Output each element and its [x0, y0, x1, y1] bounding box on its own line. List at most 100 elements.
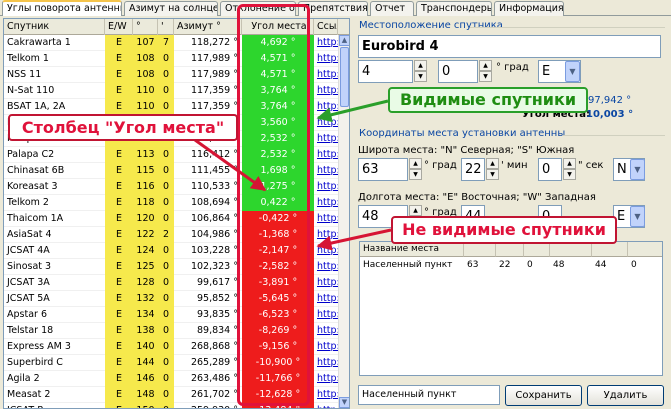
- table-row[interactable]: Apstar 6 E 134 0 93,835 ° -6,523 ° http:: [4, 307, 338, 323]
- link-cell[interactable]: http:: [314, 179, 338, 195]
- table-row[interactable]: Telstar 18 E 138 0 89,834 ° -8,269 ° http:: [4, 323, 338, 339]
- link-cell[interactable]: http:: [314, 243, 338, 259]
- table-row[interactable]: Express AM 3 E 140 0 268,868 ° -9,156 ° http:: [4, 339, 338, 355]
- sat-deg-field[interactable]: 4: [358, 60, 413, 83]
- chevron-down-icon[interactable]: ▼: [630, 206, 645, 227]
- col-header-place-name[interactable]: Название места: [360, 242, 464, 257]
- table-row[interactable]: BSAT 1A, 2A E 110 0 117,359 ° 3,764 ° http:: [4, 99, 338, 115]
- tab-axis-deviation[interactable]: Отклонение оси: [220, 1, 296, 16]
- col-header-ew[interactable]: E/W: [105, 19, 133, 35]
- link-cell[interactable]: http:: [314, 115, 338, 131]
- link-cell[interactable]: http:: [314, 211, 338, 227]
- sat-deg-spinner[interactable]: ▲ ▼: [414, 60, 427, 83]
- spin-up-icon[interactable]: ▲: [486, 158, 499, 169]
- link-cell[interactable]: http:: [314, 259, 338, 275]
- link-cell[interactable]: http:: [314, 387, 338, 403]
- tab-sun-azimuth[interactable]: Азимут на солнце: [124, 1, 218, 16]
- table-row[interactable]: Palapa C2 E 113 0 116,412 ° 2,532 ° http:: [4, 147, 338, 163]
- spin-down-icon[interactable]: ▼: [414, 71, 427, 82]
- link-cell[interactable]: http:: [314, 371, 338, 387]
- sat-min-field[interactable]: 0: [438, 60, 478, 83]
- table-scrollbar[interactable]: ▲ ▼: [338, 35, 349, 408]
- link-cell[interactable]: http:: [314, 355, 338, 371]
- table-row[interactable]: Telkom 2 E 118 0 108,694 ° 0,422 ° http:: [4, 195, 338, 211]
- table-row[interactable]: Measat 2 E 148 0 261,702 ° -12,628 ° http:: [4, 387, 338, 403]
- save-button[interactable]: Сохранить: [505, 385, 582, 406]
- col-header-lat-min[interactable]: [496, 242, 524, 257]
- place-name-input[interactable]: Населенный пункт: [358, 385, 500, 405]
- table-row[interactable]: NSS 11 E 108 0 117,989 ° 4,571 ° http:: [4, 67, 338, 83]
- link-cell[interactable]: http:: [314, 51, 338, 67]
- link-cell[interactable]: http:: [314, 339, 338, 355]
- tab-antenna-angles[interactable]: Углы поворота антенны: [2, 0, 122, 16]
- link-cell[interactable]: http:: [314, 131, 338, 147]
- lat-min-spinner[interactable]: ▲ ▼: [486, 158, 499, 181]
- table-row[interactable]: Cakrawarta 1 E 107 7 118,272 ° 4,692 ° http:: [4, 35, 338, 51]
- col-header-min[interactable]: ': [158, 19, 174, 35]
- link-cell[interactable]: http:: [314, 323, 338, 339]
- spin-up-icon[interactable]: ▲: [414, 60, 427, 71]
- spin-down-icon[interactable]: ▼: [409, 169, 422, 180]
- col-header-lat-sec[interactable]: [524, 242, 550, 257]
- lat-min-field[interactable]: 22: [461, 158, 485, 181]
- col-header-lon-sec[interactable]: [628, 242, 662, 257]
- satellite-group-title: Местоположение спутника: [359, 20, 503, 31]
- link-cell[interactable]: http:: [314, 291, 338, 307]
- link-cell[interactable]: http:: [314, 195, 338, 211]
- col-header-lon-min[interactable]: [592, 242, 628, 257]
- col-header-satellite[interactable]: Спутник: [4, 19, 105, 35]
- table-row[interactable]: JCSAT 4A E 124 0 103,228 ° -2,147 ° http:: [4, 243, 338, 259]
- table-row[interactable]: Chinasat 6B E 115 0 111,455 ° 1,698 ° http:: [4, 163, 338, 179]
- link-cell[interactable]: http:: [314, 307, 338, 323]
- lat-sec-spinner[interactable]: ▲ ▼: [563, 158, 576, 181]
- table-row[interactable]: JCSAT 3A E 128 0 99,617 ° -3,891 ° http:: [4, 275, 338, 291]
- link-cell[interactable]: http:: [314, 275, 338, 291]
- table-row[interactable]: Telkom 1 E 108 0 117,989 ° 4,571 ° http:: [4, 51, 338, 67]
- lat-deg-field[interactable]: 63: [358, 158, 408, 181]
- table-row[interactable]: JCSAT RE1500259,930 °-13,484 °http:: [4, 403, 338, 408]
- col-header-deg[interactable]: °: [133, 19, 158, 35]
- spin-up-icon[interactable]: ▲: [479, 60, 492, 71]
- table-row[interactable]: JCSAT 5A E 132 0 95,852 ° -5,645 ° http:: [4, 291, 338, 307]
- col-header-elevation[interactable]: Угол места: [242, 19, 314, 35]
- link-cell[interactable]: http:: [314, 83, 338, 99]
- table-row[interactable]: Superbird C E 144 0 265,289 ° -10,900 ° http:: [4, 355, 338, 371]
- table-row[interactable]: N-Sat 110 E 110 0 117,359 ° 3,764 ° http:: [4, 83, 338, 99]
- col-header-lon-deg[interactable]: [550, 242, 592, 257]
- table-row[interactable]: Koreasat 3 E 116 0 110,533 ° 1,275 ° http:: [4, 179, 338, 195]
- link-cell[interactable]: http:: [314, 163, 338, 179]
- spin-up-icon[interactable]: ▲: [409, 158, 422, 169]
- link-cell[interactable]: http:: [314, 99, 338, 115]
- spin-up-icon[interactable]: ▲: [409, 205, 422, 216]
- chevron-down-icon[interactable]: ▼: [630, 159, 645, 180]
- lat-deg-spinner[interactable]: ▲ ▼: [409, 158, 422, 181]
- col-header-lat-deg[interactable]: [464, 242, 496, 257]
- tab-transponders[interactable]: Транспондеры: [416, 1, 492, 16]
- table-row[interactable]: Thaicom 1A E 120 0 106,864 ° -0,422 ° http:: [4, 211, 338, 227]
- tab-obstacles[interactable]: Препятствия: [298, 1, 368, 16]
- sat-min-spinner[interactable]: ▲ ▼: [479, 60, 492, 83]
- spin-down-icon[interactable]: ▼: [486, 169, 499, 180]
- spin-down-icon[interactable]: ▼: [479, 71, 492, 82]
- scroll-thumb[interactable]: [340, 47, 349, 107]
- chevron-down-icon[interactable]: ▼: [565, 61, 580, 82]
- link-cell[interactable]: http:: [314, 403, 338, 408]
- link-cell[interactable]: http:: [314, 35, 338, 51]
- link-cell[interactable]: http:: [314, 227, 338, 243]
- table-row[interactable]: Sinosat 3 E 125 0 102,323 ° -2,582 ° http:: [4, 259, 338, 275]
- table-row[interactable]: Agila 2 E 146 0 263,486 ° -11,766 ° http:: [4, 371, 338, 387]
- link-cell[interactable]: http:: [314, 67, 338, 83]
- spin-up-icon[interactable]: ▲: [563, 158, 576, 169]
- satellite-name-field[interactable]: Eurobird 4: [358, 35, 661, 58]
- col-header-link[interactable]: Ссылка: [314, 19, 338, 35]
- scroll-up-icon[interactable]: ▲: [339, 35, 349, 46]
- link-cell[interactable]: http:: [314, 147, 338, 163]
- col-header-azimuth[interactable]: Азимут °: [174, 19, 242, 35]
- table-row[interactable]: AsiaSat 4 E 122 2 104,986 ° -1,368 ° http:: [4, 227, 338, 243]
- lat-sec-field[interactable]: 0: [538, 158, 562, 181]
- delete-button[interactable]: Удалить: [587, 385, 664, 406]
- spin-down-icon[interactable]: ▼: [563, 169, 576, 180]
- scroll-down-icon[interactable]: ▼: [339, 397, 349, 408]
- tab-report[interactable]: Отчет: [370, 1, 414, 16]
- tab-information[interactable]: Информация: [494, 1, 564, 16]
